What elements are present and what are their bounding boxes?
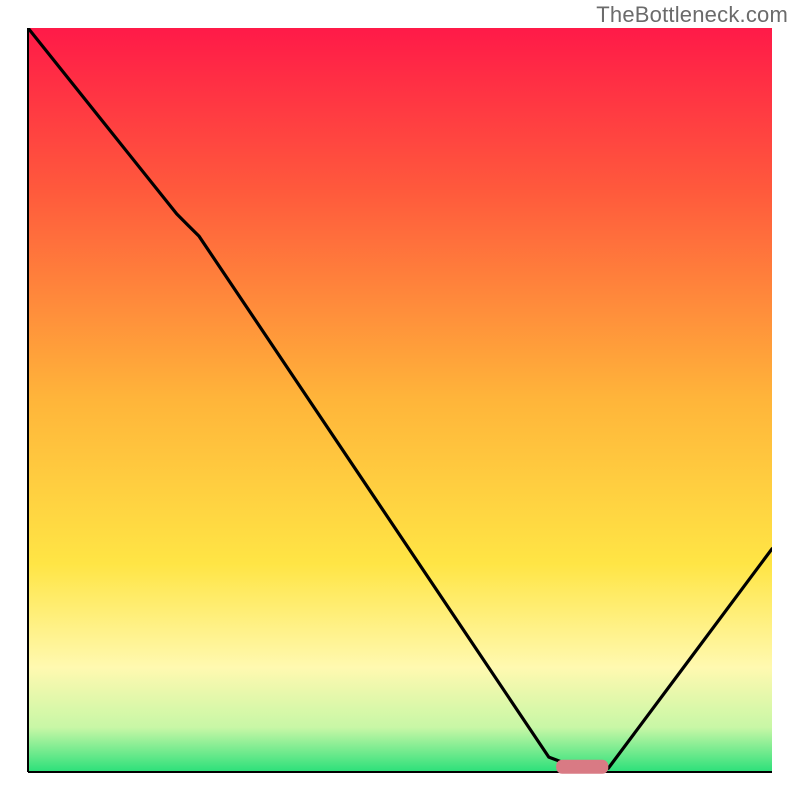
chart-stage: TheBottleneck.com (0, 0, 800, 800)
optimum-marker (556, 760, 608, 774)
plot-background (28, 28, 772, 772)
bottleneck-plot (0, 0, 800, 800)
